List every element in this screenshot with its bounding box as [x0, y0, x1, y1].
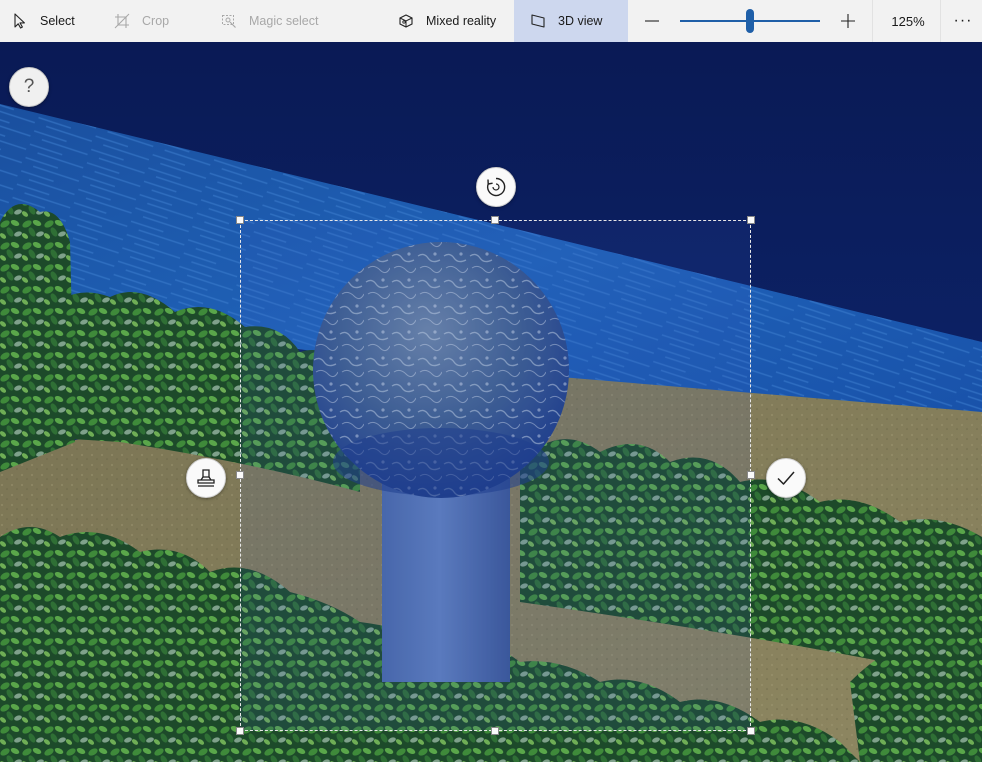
magic-select-button[interactable]: Magic select: [211, 0, 328, 42]
mixed-reality-icon: [399, 14, 413, 28]
resize-handle-left[interactable]: [236, 471, 244, 479]
resize-handle-top[interactable]: [491, 216, 499, 224]
confirm-button[interactable]: [766, 458, 806, 498]
3d-view-icon: [531, 14, 545, 28]
stamp-icon: [197, 469, 215, 487]
magic-select-label: Magic select: [249, 14, 319, 28]
plus-icon: [841, 14, 855, 28]
resize-handle-right[interactable]: [747, 471, 755, 479]
toolbar: Select Crop Magic select Mixed reality 3…: [0, 0, 982, 42]
mixed-reality-label: Mixed reality: [426, 14, 497, 28]
zoom-slider-thumb[interactable]: [746, 9, 754, 33]
toolbar-divider: [872, 0, 873, 42]
zoom-slider[interactable]: [680, 0, 820, 42]
resize-handle-bottom-right[interactable]: [747, 727, 755, 735]
magic-select-icon: [222, 15, 236, 28]
3d-view-label: 3D view: [558, 14, 603, 28]
crop-tool-label: Crop: [142, 14, 170, 28]
more-options-button[interactable]: ···: [944, 0, 982, 42]
crop-icon: [114, 13, 130, 29]
stamp-button[interactable]: [186, 458, 226, 498]
checkmark-icon: [777, 471, 795, 485]
mixed-reality-button[interactable]: Mixed reality: [388, 0, 506, 42]
rotate-icon: [486, 177, 506, 197]
resize-handle-bottom[interactable]: [491, 727, 499, 735]
minus-icon: [645, 20, 659, 22]
resize-handle-top-right[interactable]: [747, 216, 755, 224]
3d-view-button[interactable]: 3D view: [514, 0, 628, 42]
zoom-level-readout[interactable]: 125%: [880, 0, 936, 42]
rotate-button[interactable]: [476, 167, 516, 207]
canvas[interactable]: [0, 42, 982, 762]
resize-handle-top-left[interactable]: [236, 216, 244, 224]
resize-handle-bottom-left[interactable]: [236, 727, 244, 735]
zoom-in-button[interactable]: [836, 0, 860, 42]
crop-tool-button[interactable]: Crop: [0, 0, 179, 42]
selection-box[interactable]: [236, 216, 755, 735]
toolbar-divider: [940, 0, 941, 42]
help-button[interactable]: ?: [9, 67, 49, 107]
zoom-out-button[interactable]: [640, 0, 664, 42]
